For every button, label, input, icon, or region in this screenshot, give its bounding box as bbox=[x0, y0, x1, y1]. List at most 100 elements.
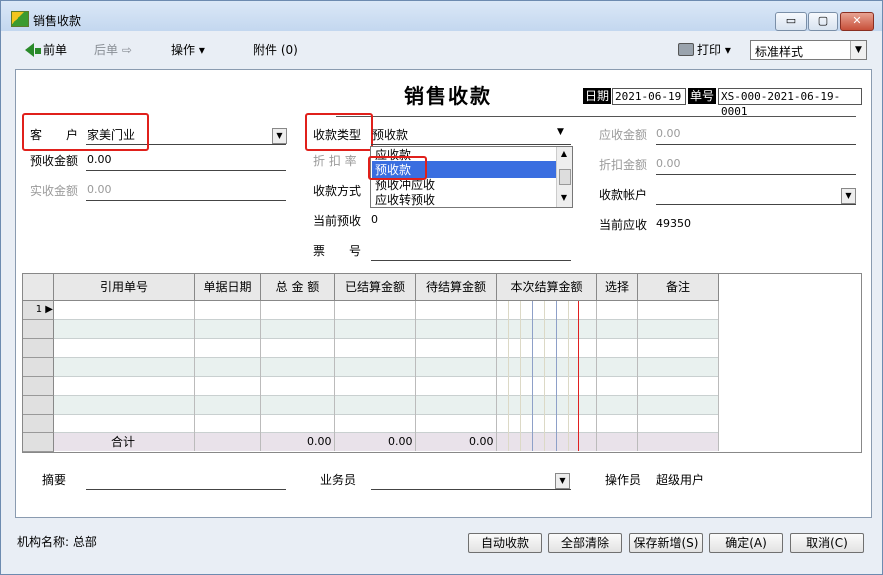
account-underline[interactable] bbox=[656, 204, 856, 205]
row-header[interactable] bbox=[23, 320, 54, 339]
chevron-down-icon[interactable]: ▼ bbox=[557, 127, 564, 137]
print-label: 打印 bbox=[697, 43, 722, 57]
row-header[interactable] bbox=[23, 358, 54, 377]
prev-button[interactable]: 前单 bbox=[25, 41, 67, 58]
confirm-button[interactable]: 确定(A) bbox=[709, 533, 783, 553]
clear-all-button[interactable]: 全部清除 bbox=[548, 533, 622, 553]
next-label: 后单 bbox=[94, 43, 119, 57]
column-header[interactable]: 引用单号 bbox=[54, 274, 195, 301]
table-row[interactable] bbox=[54, 358, 718, 377]
salesman-label: 业务员 bbox=[320, 473, 357, 487]
row-pointer-icon: ▶ bbox=[42, 304, 53, 315]
column-header[interactable]: 选择 bbox=[597, 274, 638, 301]
arrow-left-icon bbox=[25, 43, 34, 57]
attachments-button[interactable]: 附件 (0) bbox=[253, 41, 298, 58]
receivable-value: 0.00 bbox=[656, 127, 681, 140]
cancel-button[interactable]: 取消(C) bbox=[790, 533, 864, 553]
column-divider bbox=[260, 301, 261, 451]
row-header[interactable] bbox=[23, 415, 54, 433]
form-title: 销售收款 bbox=[404, 84, 492, 108]
discount-amount-label: 折扣金额 bbox=[599, 158, 648, 172]
column-header[interactable]: 总 金 额 bbox=[261, 274, 335, 301]
column-header[interactable]: 待结算金额 bbox=[416, 274, 497, 301]
decimal-guide-line bbox=[544, 301, 545, 451]
prepay-amount-value[interactable]: 0.00 bbox=[87, 153, 112, 166]
decimal-guide-line bbox=[568, 301, 569, 451]
org-label: 机构名称: 总部 bbox=[17, 535, 97, 549]
discount-amount-value[interactable]: 0.00 bbox=[656, 157, 681, 170]
row-header[interactable] bbox=[23, 377, 54, 396]
dropdown-scrollbar[interactable]: ▲ ▼ bbox=[556, 147, 572, 207]
table-row[interactable] bbox=[54, 415, 718, 433]
actual-amount-underline bbox=[86, 200, 286, 201]
table-row[interactable] bbox=[54, 377, 718, 396]
window: 销售收款 ▭ ▢ ✕ 前单 后单 ⇨ 操作 ▾ 附件 (0) 打印 ▾ 标准样式… bbox=[0, 0, 883, 575]
column-header[interactable]: 本次结算金额 bbox=[497, 274, 597, 301]
decimal-guide-line bbox=[520, 301, 521, 451]
table-row[interactable] bbox=[54, 339, 718, 358]
auto-receipt-button[interactable]: 自动收款 bbox=[468, 533, 542, 553]
scroll-thumb[interactable] bbox=[559, 169, 571, 185]
column-divider bbox=[194, 301, 195, 451]
print-button[interactable]: 打印 ▾ bbox=[678, 41, 731, 58]
decimal-guide-line bbox=[532, 301, 533, 451]
summary-label: 摘要 bbox=[42, 473, 67, 487]
title-divider bbox=[336, 116, 856, 117]
printer-icon bbox=[678, 43, 694, 56]
scroll-down-icon[interactable]: ▼ bbox=[559, 193, 569, 202]
decimal-point-line bbox=[578, 301, 579, 451]
scroll-up-icon[interactable]: ▲ bbox=[559, 149, 569, 158]
minimize-button[interactable]: ▭ bbox=[775, 12, 807, 31]
chevron-down-icon[interactable]: ▼ bbox=[272, 128, 287, 144]
operations-menu[interactable]: 操作 ▾ bbox=[171, 41, 205, 58]
operator-label: 操作员 bbox=[605, 473, 642, 487]
receipt-type-highlight bbox=[305, 113, 373, 151]
receivable-label: 应收金额 bbox=[599, 128, 648, 142]
column-header[interactable]: 已结算金额 bbox=[335, 274, 416, 301]
discount-amount-underline bbox=[656, 174, 856, 175]
maximize-button[interactable]: ▢ bbox=[808, 12, 838, 31]
settlement-table: 引用单号 单据日期 总 金 额 已结算金额 待结算金额 本次结算金额 选择 备注… bbox=[22, 273, 862, 453]
account-label: 收款帐户 bbox=[599, 188, 648, 202]
row-header[interactable] bbox=[23, 396, 54, 415]
column-header[interactable]: 备注 bbox=[638, 274, 719, 301]
receipt-type-value[interactable]: 预收款 bbox=[372, 126, 408, 143]
total-amount: 0.00 bbox=[307, 435, 332, 448]
caret-down-icon: ▾ bbox=[198, 43, 205, 57]
print-style-select[interactable]: 标准样式 ▼ bbox=[750, 40, 867, 60]
next-button[interactable]: 后单 ⇨ bbox=[94, 41, 132, 58]
column-header[interactable]: 单据日期 bbox=[195, 274, 261, 301]
actual-amount-value[interactable]: 0.00 bbox=[87, 183, 112, 196]
ticket-underline[interactable] bbox=[371, 260, 571, 261]
column-divider bbox=[637, 301, 638, 451]
form-area: 销售收款 日期 2021-06-19 单号 XS-000-2021-06-19-… bbox=[15, 69, 872, 518]
date-tag: 日期 bbox=[583, 88, 612, 104]
chevron-down-icon[interactable]: ▼ bbox=[850, 41, 866, 59]
order-no-field[interactable]: XS-000-2021-06-19-0001 bbox=[718, 88, 862, 118]
current-receivable-label: 当前应收 bbox=[599, 218, 648, 232]
window-title: 销售收款 bbox=[33, 14, 82, 28]
summary-underline[interactable] bbox=[86, 489, 286, 490]
prepay-amount-label: 预收金额 bbox=[30, 154, 79, 168]
save-new-button[interactable]: 保存新增(S) bbox=[629, 533, 703, 553]
table-row[interactable] bbox=[54, 320, 718, 339]
salesman-underline[interactable] bbox=[371, 489, 571, 490]
arrow-left-icon-tail bbox=[35, 48, 41, 54]
table-row[interactable] bbox=[54, 396, 718, 415]
row-header[interactable] bbox=[23, 339, 54, 358]
selected-option-highlight bbox=[368, 156, 427, 180]
dropdown-option[interactable]: 应收转预收 bbox=[375, 191, 435, 207]
chevron-down-icon[interactable]: ▼ bbox=[841, 188, 856, 204]
date-field[interactable]: 2021-06-19 bbox=[612, 88, 686, 105]
table-row[interactable] bbox=[54, 301, 718, 320]
close-button[interactable]: ✕ bbox=[840, 12, 874, 31]
table-corner bbox=[23, 274, 54, 301]
column-divider bbox=[718, 301, 719, 451]
row-header[interactable]: 1 ▶ bbox=[23, 301, 54, 320]
total-pending: 0.00 bbox=[469, 435, 494, 448]
actual-amount-label: 实收金额 bbox=[30, 184, 79, 198]
chevron-down-icon[interactable]: ▼ bbox=[555, 473, 570, 489]
receipt-type-underline bbox=[371, 144, 571, 145]
total-label: 合计 bbox=[111, 435, 136, 449]
operations-label: 操作 bbox=[171, 43, 196, 57]
